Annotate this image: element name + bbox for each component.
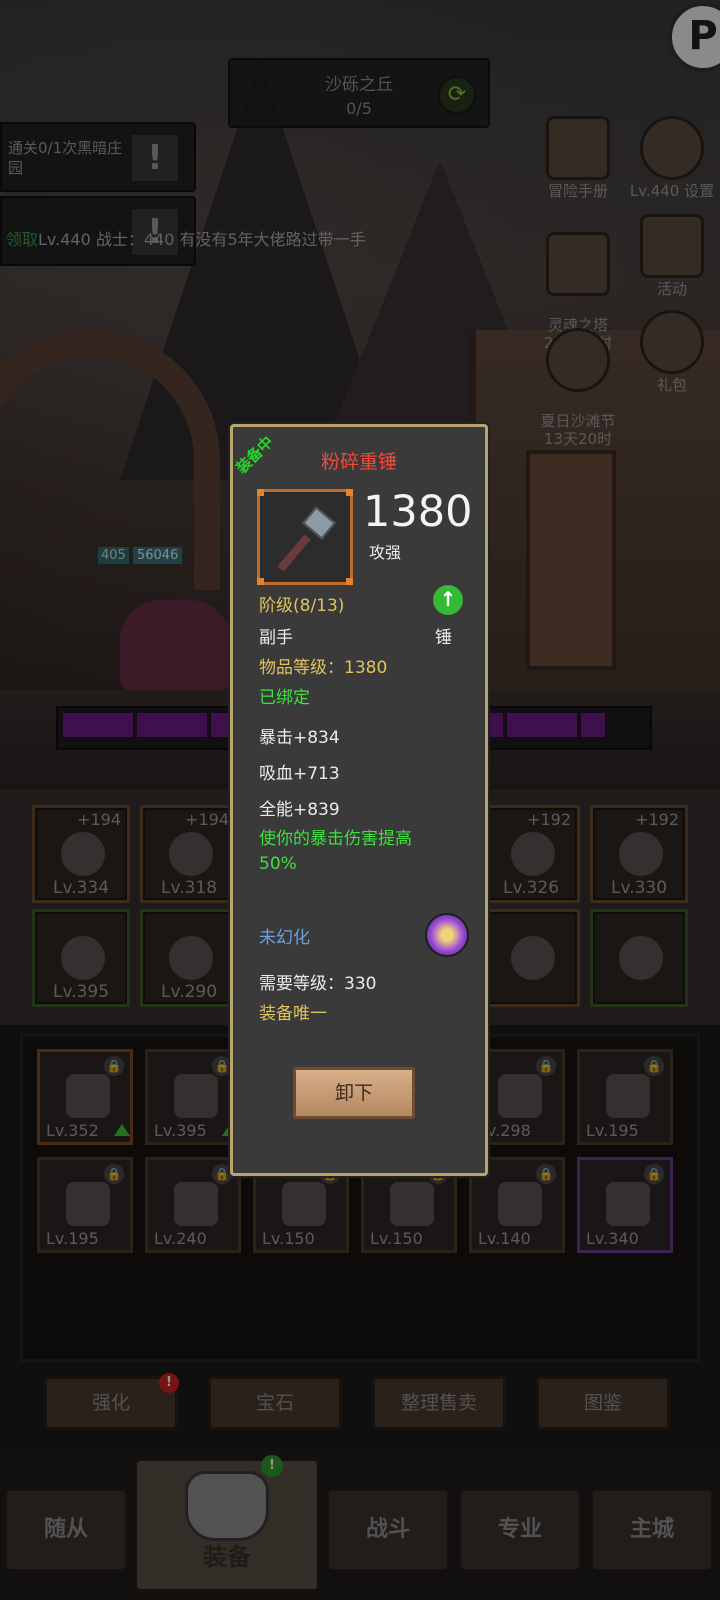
- transmog-status: 未幻化: [259, 928, 310, 948]
- transmog-icon[interactable]: [425, 913, 469, 957]
- stat-line: 吸血+713: [259, 764, 340, 784]
- item-tier: 阶级(8/13): [259, 596, 345, 616]
- item-power-label: 攻强: [369, 543, 402, 562]
- unique-equip: 装备唯一: [259, 1004, 327, 1024]
- item-icon-frame: [257, 489, 353, 585]
- item-power: 1380: [363, 487, 473, 537]
- item-name: 粉碎重锤: [320, 451, 397, 473]
- stat-line: 暴击+834: [259, 728, 340, 748]
- item-tooltip: 装备中 粉碎重锤 1380 攻强 阶级(8/13) ↑ 副手 锤 物品等级：13…: [230, 424, 488, 1176]
- item-type: 锤: [435, 628, 452, 648]
- item-effect: 使你的暴击伤害提高50%: [259, 829, 412, 874]
- item-slot: 副手: [259, 628, 293, 648]
- item-level: 物品等级：1380: [259, 658, 388, 678]
- upgrade-icon[interactable]: ↑: [433, 585, 463, 615]
- stat-line: 全能+839: [259, 800, 340, 820]
- bind-status: 已绑定: [259, 688, 310, 708]
- unequip-button[interactable]: 卸下: [293, 1067, 415, 1119]
- required-level: 需要等级：330: [259, 974, 377, 994]
